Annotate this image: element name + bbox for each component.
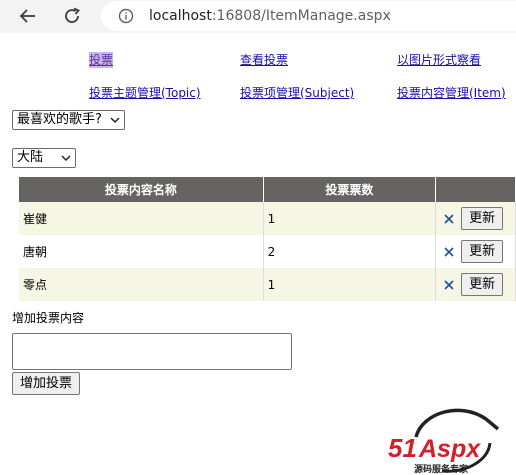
item-actions-cell: 更新 (435, 202, 516, 235)
delete-icon[interactable] (443, 246, 455, 258)
subject-select[interactable]: 最喜欢的歌手? (12, 110, 125, 130)
page-content: 投票 查看投票 以图片形式察看 投票主题管理(Topic) 投票项管理(Subj… (0, 33, 516, 475)
item-actions-cell: 更新 (435, 235, 516, 268)
column-header-count: 投票票数 (263, 177, 437, 202)
reload-button[interactable] (59, 4, 85, 28)
chevron-down-icon (110, 117, 120, 124)
nav-link-vote[interactable]: 投票 (89, 52, 114, 68)
url-host: localhost (149, 8, 212, 24)
item-name-cell: 零点 (19, 268, 264, 301)
table-header-row: 投票内容名称 投票票数 (19, 177, 516, 202)
url-path: :16808/ItemManage.aspx (211, 8, 391, 24)
region-select-value: 大陆 (17, 150, 44, 165)
column-header-actions (435, 177, 516, 202)
chevron-down-icon (61, 155, 71, 162)
delete-icon[interactable] (443, 279, 455, 291)
nav-link-view-as-image[interactable]: 以图片形式察看 (397, 52, 481, 68)
column-header-name: 投票内容名称 (19, 177, 264, 202)
nav-link-view-votes[interactable]: 查看投票 (240, 52, 288, 68)
update-button[interactable]: 更新 (461, 207, 504, 230)
nav-link-subject-manage[interactable]: 投票项管理(Subject) (240, 85, 354, 101)
add-item-input[interactable] (12, 333, 292, 370)
item-name-cell: 崔健 (19, 202, 264, 235)
svg-text:51: 51 (388, 433, 417, 463)
table-row: 唐朝 2 更新 (19, 235, 516, 268)
update-button[interactable]: 更新 (461, 240, 504, 263)
update-button[interactable]: 更新 (461, 273, 504, 296)
reload-icon (65, 7, 80, 23)
add-item-label: 增加投票内容 (12, 311, 85, 325)
item-name-cell: 唐朝 (19, 235, 264, 268)
back-arrow-icon (19, 9, 35, 23)
region-select[interactable]: 大陆 (12, 148, 76, 168)
item-count-cell: 1 (263, 202, 437, 235)
table-row: 崔健 1 更新 (19, 202, 516, 235)
browser-toolbar: localhost:16808/ItemManage.aspx (0, 0, 516, 33)
add-vote-button[interactable]: 增加投票 (12, 372, 80, 395)
51aspx-logo: 51 Aspx 源码服务专家 (388, 408, 500, 475)
vote-items-table: 投票内容名称 投票票数 崔健 1 更新 唐朝 2 更新 零点 1 更新 (19, 177, 516, 301)
item-count-cell: 2 (263, 235, 437, 268)
nav-link-item-manage[interactable]: 投票内容管理(Item) (397, 85, 506, 101)
svg-text:源码服务专家: 源码服务专家 (414, 463, 469, 475)
address-bar[interactable]: localhost:16808/ItemManage.aspx (101, 1, 516, 31)
info-icon[interactable] (118, 8, 134, 24)
delete-icon[interactable] (443, 213, 455, 225)
svg-text:Aspx: Aspx (418, 435, 481, 463)
back-button[interactable] (15, 4, 41, 28)
subject-select-value: 最喜欢的歌手? (17, 112, 102, 127)
table-row: 零点 1 更新 (19, 268, 516, 301)
item-count-cell: 1 (263, 268, 437, 301)
item-actions-cell: 更新 (435, 268, 516, 301)
url-text[interactable]: localhost:16808/ItemManage.aspx (149, 7, 391, 25)
nav-link-topic-manage[interactable]: 投票主题管理(Topic) (89, 85, 201, 101)
